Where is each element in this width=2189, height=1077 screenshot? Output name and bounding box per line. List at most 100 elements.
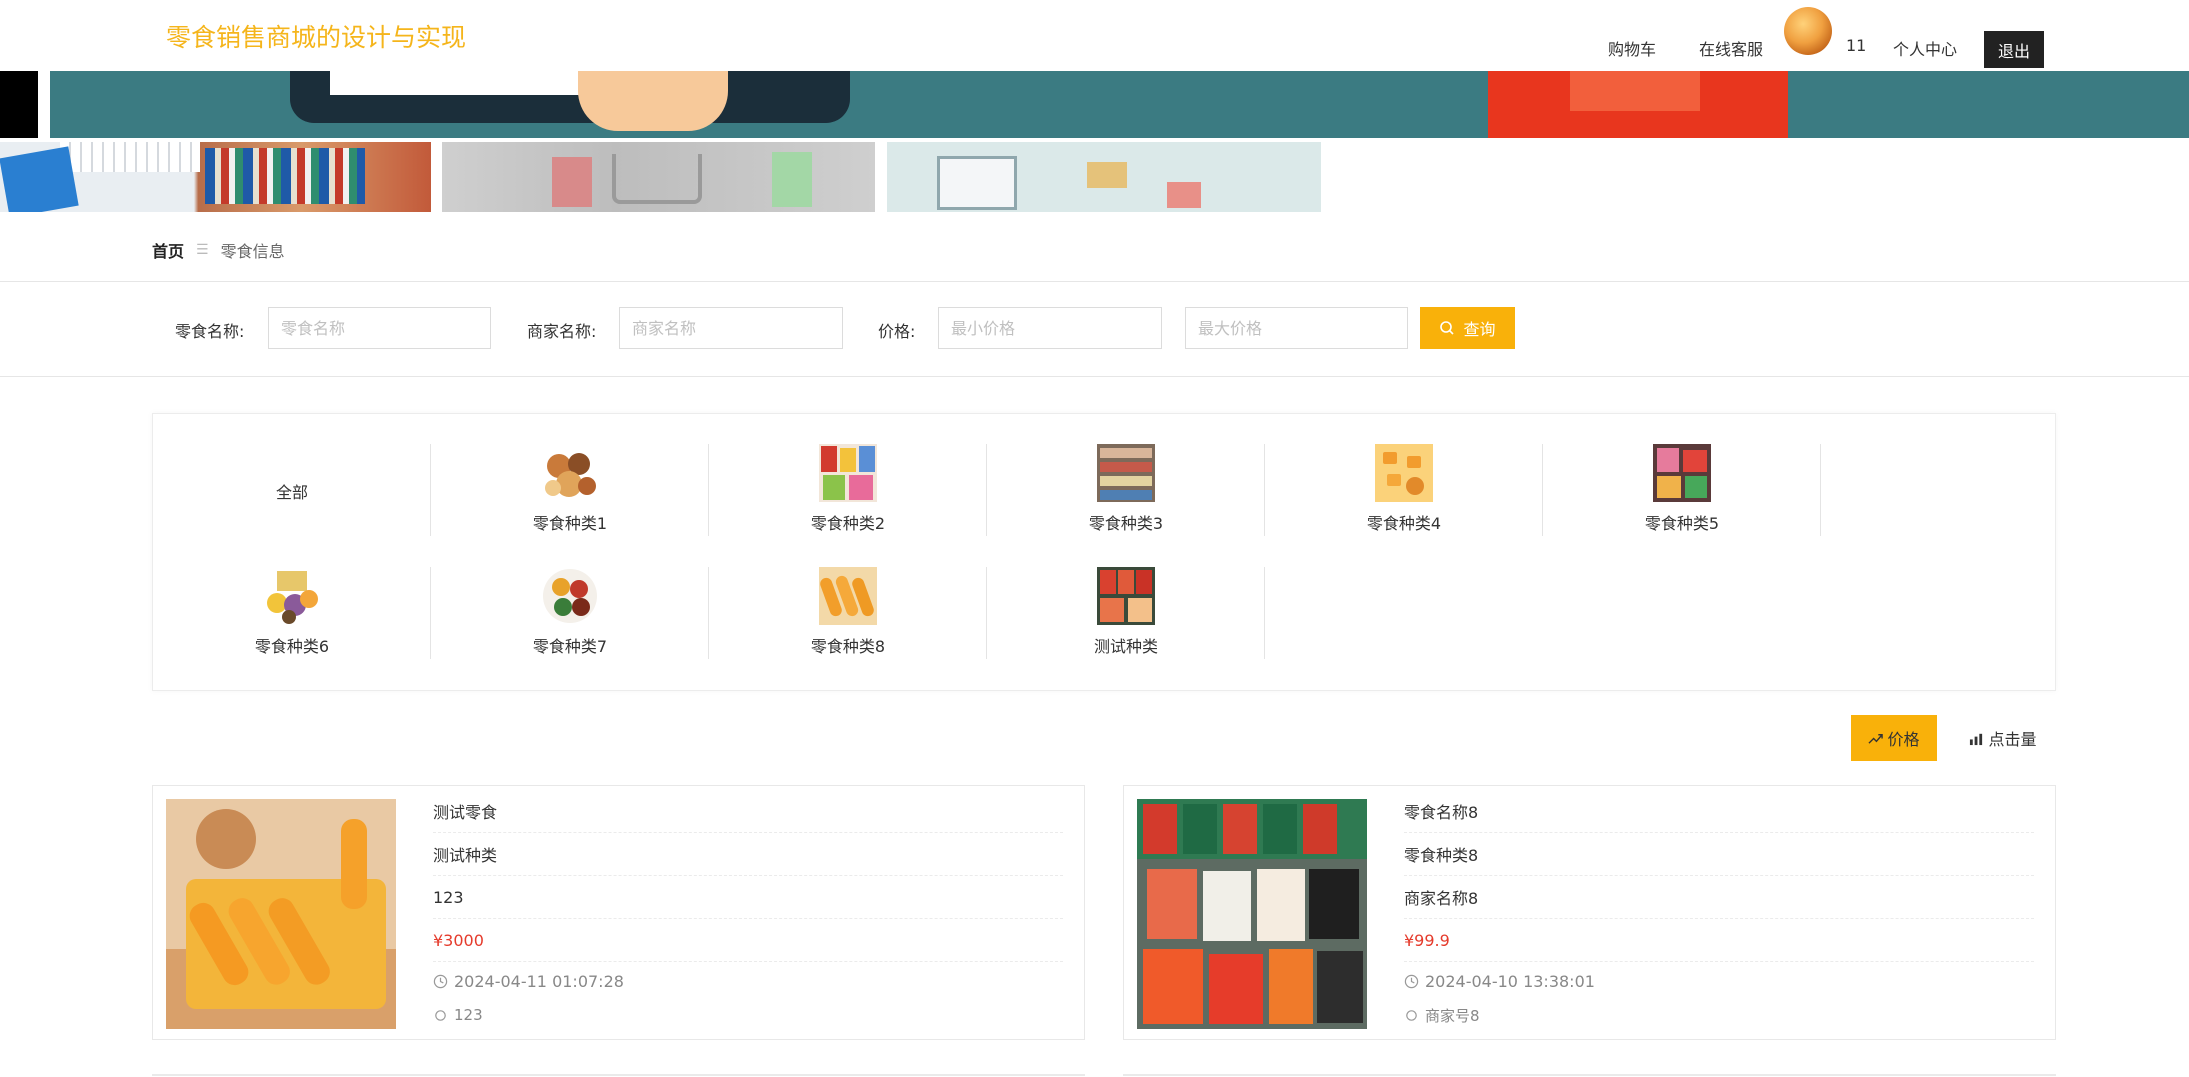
divider-top [0, 281, 2189, 282]
category-item[interactable]: 零食种类4 [1265, 444, 1543, 536]
product-card[interactable]: 测试零食 测试种类 123 ¥3000 2024-04-11 01:07:28 … [152, 785, 1085, 1040]
category-label: 零食种类6 [254, 637, 330, 656]
sort-clicks-button[interactable]: 点击量 [1960, 715, 2046, 761]
category-label: 零食种类1 [532, 514, 608, 533]
clock-icon [433, 974, 448, 988]
category-item[interactable]: 零食种类3 [987, 444, 1265, 536]
merchant-name-input[interactable] [619, 307, 843, 349]
banner-carousel[interactable] [0, 71, 2189, 138]
logout-button[interactable]: 退出 [1984, 31, 2044, 68]
product-merchant: 商家名称8 [1404, 876, 2034, 919]
breadcrumb-home[interactable]: 首页 [152, 238, 184, 262]
category-label: 零食种类8 [810, 637, 886, 656]
max-price-input[interactable] [1185, 307, 1408, 349]
banner-thumb-3[interactable] [887, 142, 1321, 212]
category-image [541, 444, 599, 502]
thumb-ipad-graphic [0, 146, 79, 212]
divider-search [0, 376, 2189, 377]
nav-profile-link[interactable]: 个人中心 [1893, 36, 1957, 60]
breadcrumb: 首页 ☰ 零食信息 [152, 238, 285, 262]
nav-service-link[interactable]: 在线客服 [1699, 36, 1763, 60]
category-item[interactable]: 零食种类2 [709, 444, 987, 536]
category-item[interactable]: 零食种类8 [709, 567, 987, 659]
price-label: 价格: [878, 322, 916, 341]
next-card-edge [1123, 1074, 2056, 1076]
thumb-cart-graphic [612, 154, 702, 204]
clock-icon [1404, 974, 1419, 988]
product-name[interactable]: 测试零食 [433, 790, 1063, 833]
product-price: ¥3000 [433, 919, 1063, 962]
product-author: 商家号8 [1404, 1000, 2034, 1030]
category-label: 零食种类2 [810, 514, 886, 533]
product-name[interactable]: 零食名称8 [1404, 790, 2034, 833]
banner-hand-graphic [578, 71, 728, 131]
category-image [1653, 444, 1711, 502]
merchant-label: 商家名称: [527, 322, 597, 341]
sort-price-button[interactable]: 价格 [1851, 715, 1937, 761]
category-image [1097, 444, 1155, 502]
category-image [541, 567, 599, 625]
sort-price-label: 价格 [1887, 730, 1920, 749]
category-item[interactable]: 测试种类 [987, 567, 1265, 659]
product-merchant: 123 [433, 876, 1063, 919]
product-category: 零食种类8 [1404, 833, 2034, 876]
next-card-edge [152, 1074, 1085, 1076]
product-time: 2024-04-10 13:38:01 [1404, 962, 2034, 1000]
top-header: 零食销售商城的设计与实现 购物车 在线客服 11 个人中心 退出 [0, 0, 2189, 71]
product-time: 2024-04-11 01:07:28 [433, 962, 1063, 1000]
banner-gift-lid-graphic [1570, 71, 1700, 111]
username-label: 11 [1846, 36, 1867, 55]
product-image[interactable] [166, 799, 396, 1029]
user-icon [1406, 1009, 1417, 1021]
search-icon [1440, 321, 1455, 335]
breadcrumb-separator-icon: ☰ [196, 242, 209, 258]
category-label: 零食种类7 [532, 637, 608, 656]
product-time-text: 2024-04-10 13:38:01 [1425, 971, 1595, 991]
trend-up-icon [1868, 733, 1884, 744]
banner-thumb-1[interactable] [0, 142, 431, 212]
thumb-deco-graphic [1087, 162, 1127, 188]
category-image [263, 567, 321, 625]
category-item[interactable]: 零食种类6 [153, 567, 431, 659]
product-author-text: 123 [454, 1006, 483, 1024]
product-category: 测试种类 [433, 833, 1063, 876]
category-image [819, 444, 877, 502]
category-label: 全部 [275, 483, 308, 502]
snack-name-input[interactable] [268, 307, 491, 349]
search-button[interactable]: 查询 [1420, 307, 1515, 349]
category-item[interactable]: 零食种类7 [431, 567, 709, 659]
thumb-bag-graphic [552, 157, 592, 207]
category-item[interactable]: 零食种类1 [431, 444, 709, 536]
category-label: 测试种类 [1093, 637, 1158, 656]
category-all[interactable]: 全部 [153, 444, 431, 536]
breadcrumb-current: 零食信息 [220, 242, 285, 261]
category-image [1375, 444, 1433, 502]
product-info: 测试零食 测试种类 123 ¥3000 2024-04-11 01:07:28 … [433, 790, 1063, 1030]
category-label: 零食种类3 [1088, 514, 1164, 533]
product-author: 123 [433, 1000, 1063, 1030]
thumb-keyboard-graphic [60, 142, 200, 172]
product-card[interactable]: 零食名称8 零食种类8 商家名称8 ¥99.9 2024-04-10 13:38… [1123, 785, 2056, 1040]
search-button-label: 查询 [1463, 320, 1496, 339]
min-price-input[interactable] [938, 307, 1162, 349]
category-item[interactable]: 零食种类5 [1543, 444, 1821, 536]
category-image [819, 567, 877, 625]
thumb-tablet-graphic [937, 156, 1017, 210]
site-title[interactable]: 零食销售商城的设计与实现 [166, 18, 466, 54]
bar-chart-icon [1970, 733, 1983, 745]
banner-gap [38, 71, 50, 138]
product-image[interactable] [1137, 799, 1367, 1029]
sort-clicks-label: 点击量 [1988, 730, 2037, 749]
user-avatar[interactable] [1784, 7, 1832, 55]
user-icon [435, 1009, 446, 1021]
name-label: 零食名称: [175, 322, 245, 341]
thumb-deco2-graphic [1167, 182, 1201, 208]
nav-cart-link[interactable]: 购物车 [1608, 36, 1656, 60]
product-price: ¥99.9 [1404, 919, 2034, 962]
product-info: 零食名称8 零食种类8 商家名称8 ¥99.9 2024-04-10 13:38… [1404, 790, 2034, 1030]
banner-edge [0, 71, 38, 138]
thumb-books-graphic [205, 148, 365, 204]
product-time-text: 2024-04-11 01:07:28 [454, 971, 624, 991]
banner-thumb-2[interactable] [442, 142, 875, 212]
category-image [1097, 567, 1155, 625]
